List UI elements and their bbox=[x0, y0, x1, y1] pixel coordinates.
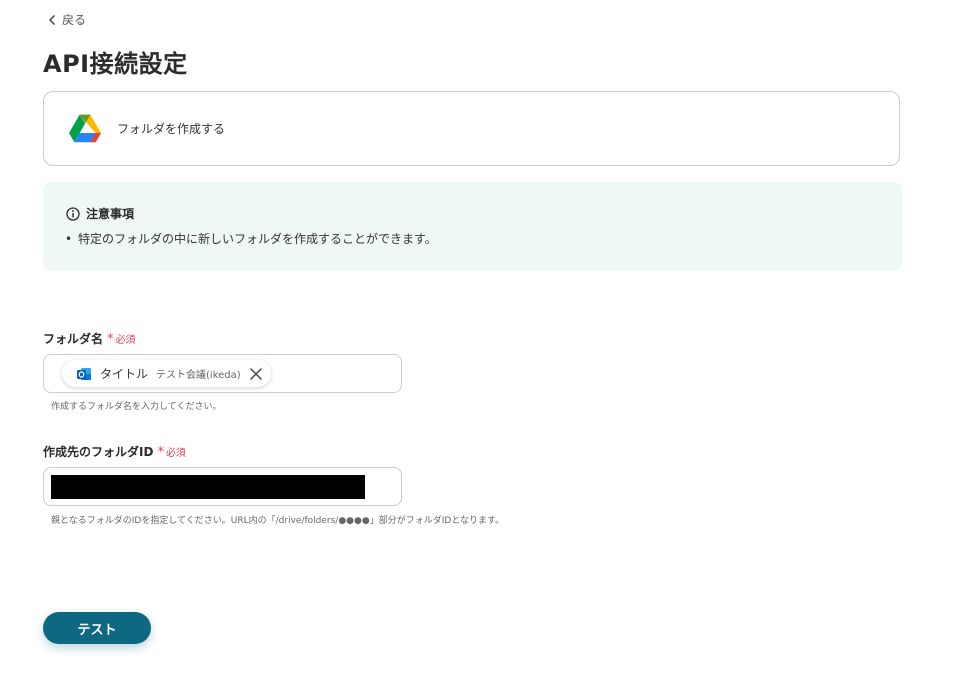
action-label: フォルダを作成する bbox=[117, 122, 226, 136]
required-marker: * 必須 bbox=[107, 331, 136, 347]
close-icon[interactable] bbox=[249, 367, 263, 381]
redacted-value bbox=[51, 475, 365, 499]
chip-value: テスト会議(ikeda) bbox=[156, 370, 241, 381]
chip-name: タイトル bbox=[100, 367, 149, 381]
action-card: フォルダを作成する bbox=[43, 91, 900, 166]
test-button[interactable]: テスト bbox=[43, 612, 151, 644]
folder-name-label: フォルダ名 * 必須 bbox=[43, 330, 136, 347]
parent-folder-id-label: 作成先のフォルダID * 必須 bbox=[43, 443, 186, 460]
chevron-left-icon bbox=[49, 14, 55, 25]
parent-folder-id-label-text: 作成先のフォルダID bbox=[43, 445, 154, 459]
parent-folder-id-help: 親となるフォルダのIDを指定してください。URL内の「/drive/folder… bbox=[51, 516, 505, 526]
back-link[interactable]: 戻る bbox=[48, 11, 86, 28]
back-label: 戻る bbox=[62, 13, 87, 27]
notice-box: 注意事項 特定のフォルダの中に新しいフォルダを作成することができます。 bbox=[43, 182, 902, 271]
variable-chip[interactable]: タイトル テスト会議(ikeda) bbox=[62, 360, 271, 387]
folder-name-help: 作成するフォルダ名を入力してください。 bbox=[51, 402, 222, 412]
notice-heading: 注意事項 bbox=[66, 205, 134, 222]
folder-name-input[interactable]: タイトル テスト会議(ikeda) bbox=[43, 354, 402, 393]
info-icon bbox=[66, 206, 80, 221]
folder-name-label-text: フォルダ名 bbox=[43, 332, 104, 346]
google-drive-icon bbox=[69, 114, 101, 142]
notice-item: 特定のフォルダの中に新しいフォルダを作成することができます。 bbox=[65, 230, 437, 247]
outlook-icon bbox=[77, 367, 91, 380]
notice-list: 特定のフォルダの中に新しいフォルダを作成することができます。 bbox=[65, 230, 437, 247]
required-marker: * 必須 bbox=[157, 444, 186, 460]
notice-heading-text: 注意事項 bbox=[86, 207, 135, 221]
page-title: API接続設定 bbox=[43, 50, 188, 78]
parent-folder-id-input[interactable] bbox=[43, 467, 402, 506]
